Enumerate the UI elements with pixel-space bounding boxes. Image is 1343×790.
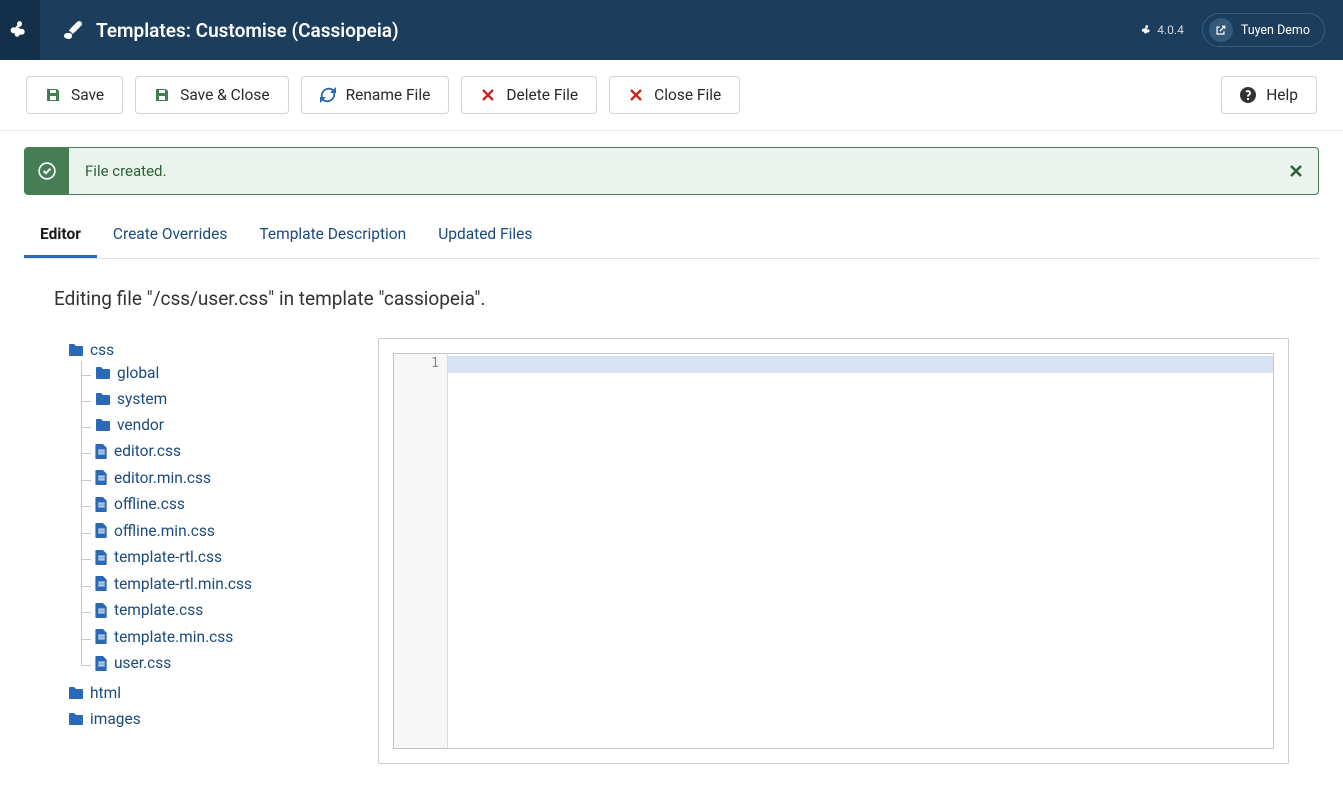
tab-editor[interactable]: Editor (24, 213, 97, 258)
active-line-highlight (448, 356, 1273, 373)
delete-button[interactable]: Delete File (461, 76, 597, 114)
alert-close-button[interactable] (1274, 148, 1318, 194)
delete-label: Delete File (506, 86, 578, 104)
rename-button[interactable]: Rename File (301, 76, 450, 114)
file-tree: css global system vendor editor.css edit… (54, 338, 354, 764)
tab-overrides[interactable]: Create Overrides (97, 213, 244, 258)
question-icon (1240, 87, 1256, 103)
refresh-icon (320, 87, 336, 103)
tree-file[interactable]: template.min.css (95, 628, 233, 646)
line-number: 1 (394, 356, 439, 371)
check-circle-icon (25, 148, 69, 194)
close-file-button[interactable]: Close File (609, 76, 740, 114)
tree-folder[interactable]: system (95, 390, 167, 408)
rename-label: Rename File (346, 86, 431, 104)
joomla-logo[interactable] (0, 0, 40, 60)
tab-description[interactable]: Template Description (243, 213, 422, 258)
tree-file[interactable]: offline.css (95, 495, 185, 513)
line-gutter: 1 (394, 354, 448, 748)
save-button[interactable]: Save (26, 76, 123, 114)
alert-message: File created. (69, 148, 1274, 194)
code-editor[interactable]: 1 (393, 353, 1274, 749)
tree-file[interactable]: user.css (95, 654, 171, 672)
help-button[interactable]: Help (1221, 76, 1317, 114)
tree-folder[interactable]: global (95, 364, 159, 382)
joomla-icon (9, 19, 31, 41)
tab-updated[interactable]: Updated Files (422, 213, 548, 258)
editor-pane: 1 (378, 338, 1289, 764)
x-icon (628, 87, 644, 103)
tree-folder-css[interactable]: css (68, 341, 114, 359)
brush-icon (62, 20, 82, 40)
tree-folder[interactable]: vendor (95, 416, 164, 434)
code-body[interactable] (448, 354, 1273, 748)
user-name: Tuyen Demo (1241, 23, 1310, 38)
tree-file[interactable]: template-rtl.min.css (95, 575, 252, 593)
tree-folder-images[interactable]: images (68, 710, 141, 728)
tabs: Editor Create Overrides Template Descrip… (24, 213, 1319, 259)
tree-file[interactable]: editor.css (95, 442, 181, 460)
x-icon (480, 87, 496, 103)
floppy-icon (45, 87, 61, 103)
tree-file[interactable]: editor.min.css (95, 469, 211, 487)
tree-file[interactable]: offline.min.css (95, 522, 215, 540)
save-close-button[interactable]: Save & Close (135, 76, 288, 114)
help-label: Help (1266, 86, 1298, 104)
success-alert: File created. (24, 147, 1319, 195)
tree-folder-html[interactable]: html (68, 684, 121, 702)
user-menu-button[interactable]: Tuyen Demo (1202, 13, 1325, 47)
save-close-label: Save & Close (180, 86, 269, 104)
save-label: Save (71, 86, 104, 104)
joomla-small-icon (1141, 24, 1153, 36)
header: Templates: Customise (Cassiopeia) 4.0.4 … (0, 0, 1343, 60)
tree-file[interactable]: template-rtl.css (95, 548, 222, 566)
tree-file[interactable]: template.css (95, 601, 203, 619)
external-icon (1209, 18, 1233, 42)
floppy-icon (154, 87, 170, 103)
close-label: Close File (654, 86, 721, 104)
editing-heading: Editing file "/css/user.css" in template… (54, 287, 1317, 310)
page-title: Templates: Customise (Cassiopeia) (96, 19, 399, 42)
version-label: 4.0.4 (1141, 23, 1184, 37)
toolbar: Save Save & Close Rename File Delete Fil… (0, 60, 1343, 131)
